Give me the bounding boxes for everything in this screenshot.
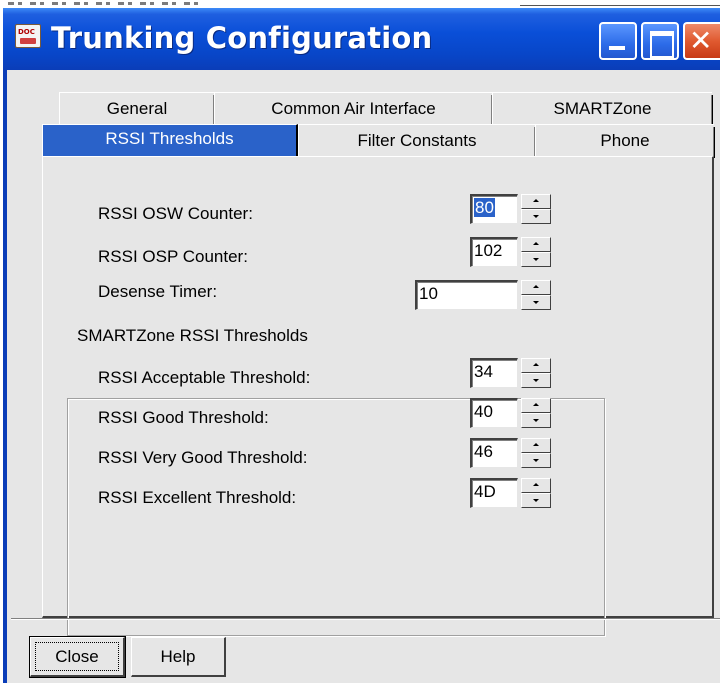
- good-threshold-label: RSSI Good Threshold:: [98, 408, 269, 427]
- smartzone-rssi-groupbox: [67, 398, 605, 636]
- very-good-threshold-stepper[interactable]: [521, 438, 551, 468]
- desense-timer-input[interactable]: 10: [415, 280, 518, 310]
- clipped-rule: [520, 5, 720, 6]
- spin-up-icon[interactable]: [521, 438, 551, 453]
- tab-filter-constants[interactable]: Filter Constants: [298, 124, 536, 158]
- focus-rect: [35, 642, 119, 671]
- spin-up-icon[interactable]: [521, 194, 551, 209]
- close-icon: ✕: [689, 24, 713, 57]
- trunking-config-window: DOC Trunking Configuration ✕ General Com…: [3, 8, 720, 683]
- osw-counter-input[interactable]: 80: [470, 194, 518, 224]
- help-button[interactable]: Help: [131, 637, 226, 677]
- groupbox-title: SMARTZone RSSI Thresholds: [75, 326, 310, 346]
- excellent-threshold-label: RSSI Excellent Threshold:: [98, 488, 297, 507]
- spin-up-icon[interactable]: [521, 478, 551, 493]
- tab-rssi-thresholds[interactable]: RSSI Thresholds: [42, 124, 298, 158]
- spin-down-icon[interactable]: [521, 209, 551, 224]
- spin-down-icon[interactable]: [521, 373, 551, 388]
- spin-up-icon[interactable]: [521, 280, 551, 295]
- desense-timer-stepper[interactable]: [521, 280, 551, 310]
- good-threshold-input[interactable]: 40: [470, 398, 518, 428]
- window-title: Trunking Configuration: [51, 21, 433, 55]
- close-button[interactable]: Close: [29, 636, 126, 678]
- tab-phone[interactable]: Phone: [535, 124, 715, 158]
- tab-general[interactable]: General: [59, 92, 215, 126]
- osp-counter-input[interactable]: 102: [470, 237, 518, 267]
- dialog-body: General Common Air Interface SMARTZone R…: [7, 70, 720, 683]
- very-good-threshold-input[interactable]: 46: [470, 438, 518, 468]
- osw-counter-label: RSSI OSW Counter:: [98, 204, 253, 223]
- spin-down-icon[interactable]: [521, 453, 551, 468]
- osp-counter-stepper[interactable]: [521, 237, 551, 267]
- spin-down-icon[interactable]: [521, 413, 551, 428]
- clipped-background-text: [0, 0, 720, 8]
- acceptable-threshold-input[interactable]: 34: [470, 358, 518, 388]
- desense-timer-label: Desense Timer:: [98, 282, 218, 301]
- spin-down-icon[interactable]: [521, 493, 551, 508]
- excellent-threshold-input[interactable]: 4D: [470, 478, 518, 508]
- acceptable-threshold-stepper[interactable]: [521, 358, 551, 388]
- title-bar[interactable]: DOC Trunking Configuration ✕: [3, 8, 720, 70]
- close-window-button[interactable]: ✕: [683, 22, 720, 60]
- spin-down-icon[interactable]: [521, 252, 551, 267]
- spin-up-icon[interactable]: [521, 398, 551, 413]
- clipped-text: [8, 2, 198, 5]
- maximize-button[interactable]: [641, 22, 679, 60]
- tab-smartzone[interactable]: SMARTZone: [492, 92, 713, 126]
- spin-up-icon[interactable]: [521, 358, 551, 373]
- footer-divider: [11, 618, 720, 620]
- very-good-threshold-label: RSSI Very Good Threshold:: [98, 448, 308, 467]
- spin-down-icon[interactable]: [521, 295, 551, 310]
- spin-up-icon[interactable]: [521, 237, 551, 252]
- acceptable-threshold-label: RSSI Acceptable Threshold:: [98, 368, 311, 387]
- excellent-threshold-stepper[interactable]: [521, 478, 551, 508]
- osw-counter-stepper[interactable]: [521, 194, 551, 224]
- osp-counter-label: RSSI OSP Counter:: [98, 247, 248, 266]
- app-doc-icon[interactable]: DOC: [15, 24, 41, 48]
- minimize-button[interactable]: [599, 22, 637, 60]
- tab-common-air-interface[interactable]: Common Air Interface: [214, 92, 493, 126]
- good-threshold-stepper[interactable]: [521, 398, 551, 428]
